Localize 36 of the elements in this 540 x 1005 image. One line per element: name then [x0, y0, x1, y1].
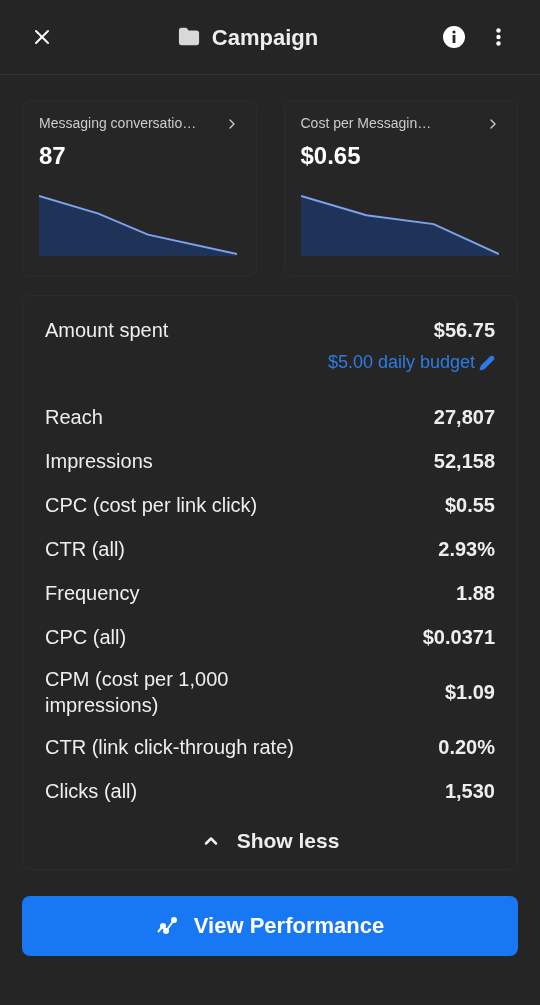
metric-value: 52,158: [433, 449, 495, 474]
metric-label: CPC (all): [45, 625, 127, 650]
metric-label: CPC (cost per link click): [45, 493, 258, 518]
metric-label: Impressions: [45, 449, 153, 474]
metric-value: $0.55: [444, 493, 495, 518]
folder-icon: [177, 26, 200, 48]
show-less-button[interactable]: Show less: [200, 825, 340, 857]
pencil-icon: [479, 354, 495, 371]
metric-label: CTR (link click-through rate): [45, 735, 294, 760]
window-title: Campaign: [211, 23, 319, 52]
metric-label: CPM (cost per 1,000 impressions): [45, 667, 230, 718]
metric-value: 1,530: [444, 779, 495, 804]
metric-label: Reach: [45, 405, 103, 430]
info-icon: [443, 26, 465, 48]
metric-value: $56.75: [433, 318, 495, 343]
metric-label: Clicks (all): [45, 779, 138, 804]
line-chart-icon: [155, 915, 178, 936]
metric-card[interactable]: Messaging conversatio… 87: [22, 100, 257, 277]
metric-value: $0.0371: [422, 625, 495, 650]
metric-card[interactable]: Cost per Messagin… $0.65: [283, 100, 518, 277]
view-performance-button[interactable]: View Performance: [22, 895, 518, 956]
info-button[interactable]: [442, 25, 466, 49]
metric-label: CTR (all): [45, 537, 125, 562]
metric-value: 1.88: [456, 581, 495, 606]
more-icon: [495, 28, 501, 46]
metric-value: $1.09: [444, 680, 495, 705]
metric-value: 27,807: [433, 405, 495, 430]
metric-value: 0.20%: [438, 735, 495, 760]
metric-label: Frequency: [45, 581, 140, 606]
metric-label: Amount spent: [45, 318, 169, 343]
card-label: Messaging conversatio…: [39, 114, 197, 133]
card-label: Cost per Messagin…: [300, 114, 432, 133]
metric-value: 2.93%: [438, 537, 495, 562]
card-value: $0.65: [300, 141, 362, 171]
card-value: 87: [39, 141, 67, 171]
daily-budget-link[interactable]: $5.00 daily budget: [327, 349, 495, 376]
